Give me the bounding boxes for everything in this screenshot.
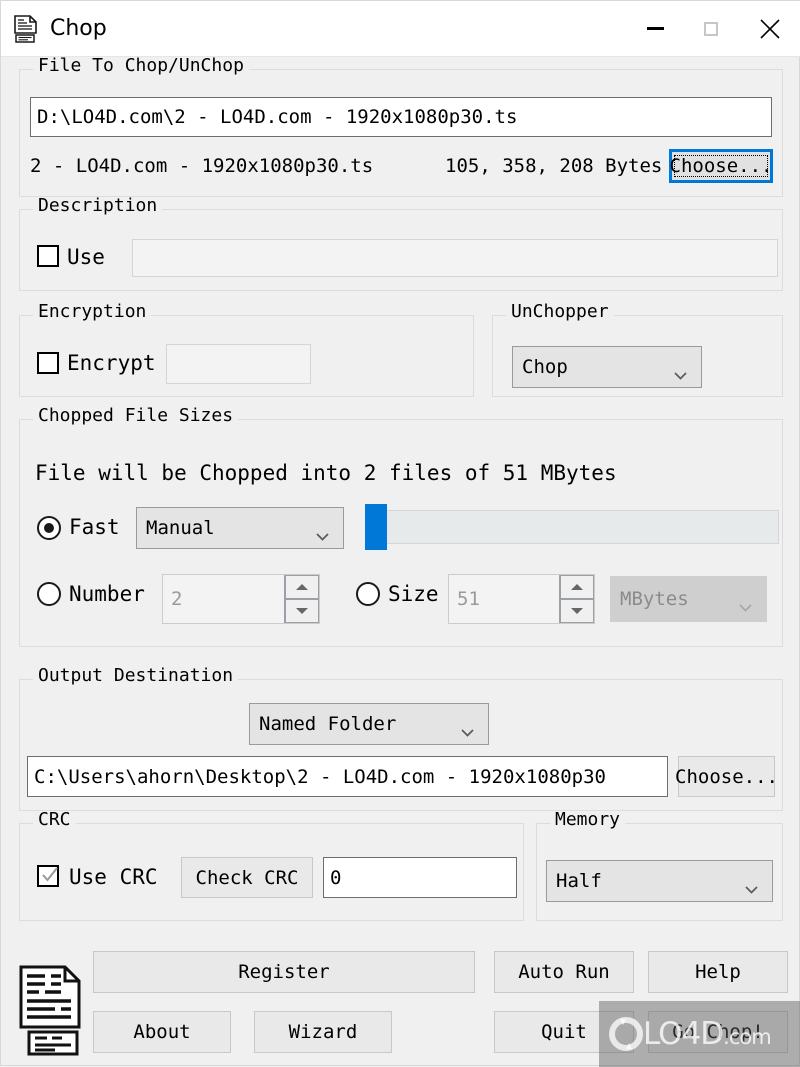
output-destination-value: Named Folder <box>259 713 397 735</box>
number-value: 2 <box>171 588 183 610</box>
output-destination-select[interactable]: Named Folder <box>249 703 489 745</box>
size-value: 51 <box>457 588 480 610</box>
minimize-button[interactable] <box>627 2 683 56</box>
number-radio[interactable] <box>37 582 61 606</box>
crc-value-input[interactable]: 0 <box>323 857 517 898</box>
close-button[interactable] <box>739 2 800 56</box>
check-crc-label: Check CRC <box>195 866 299 889</box>
auto-run-label: Auto Run <box>518 961 610 983</box>
unchopper-mode-select[interactable]: Chop <box>512 346 702 388</box>
crc-group-legend: CRC <box>33 811 76 829</box>
unchopper-mode-value: Chop <box>522 356 568 378</box>
number-radio-label: Number <box>69 582 145 606</box>
caret-down-icon <box>571 608 583 614</box>
register-label: Register <box>238 961 330 983</box>
chunk-size-slider[interactable] <box>365 504 779 550</box>
close-icon <box>760 18 780 39</box>
fast-mode-value: Manual <box>146 517 215 539</box>
file-path-value: D:\LO4D.com\2 - LO4D.com - 1920x1080p30.… <box>37 106 518 128</box>
caret-up-icon <box>296 584 308 590</box>
title-bar: Chop <box>1 1 800 57</box>
memory-value: Half <box>556 870 602 892</box>
chevron-down-icon <box>461 720 474 737</box>
chop-window: Chop File To Chop/UnChop D:\LO4D.com\2 -… <box>0 0 800 1067</box>
encryption-encrypt-label: Encrypt <box>67 351 156 375</box>
size-stepper-down[interactable] <box>560 599 594 623</box>
size-stepper-up[interactable] <box>560 575 594 599</box>
caret-up-icon <box>571 584 583 590</box>
chevron-down-icon <box>745 877 758 894</box>
quit-button[interactable]: Quit <box>494 1011 634 1053</box>
fast-mode-select[interactable]: Manual <box>136 507 344 549</box>
file-size-label: 105, 358, 208 Bytes <box>445 155 663 177</box>
checkmark-icon <box>41 867 58 883</box>
encryption-password-input[interactable] <box>166 344 311 384</box>
crc-value: 0 <box>330 866 342 889</box>
size-stepper-buttons[interactable] <box>559 575 594 623</box>
go-chop-button[interactable]: Go Chop! <box>648 1011 788 1053</box>
auto-run-button[interactable]: Auto Run <box>494 951 634 993</box>
output-path-value: C:\Users\ahorn\Desktop\2 - LO4D.com - 19… <box>34 765 606 788</box>
output-choose-label: Choose... <box>675 765 778 788</box>
description-use-checkbox[interactable] <box>37 245 59 267</box>
size-unit-value: MBytes <box>620 588 689 610</box>
file-choose-label: Choose... <box>669 155 773 177</box>
slider-thumb[interactable] <box>365 504 387 550</box>
help-label: Help <box>695 961 741 983</box>
caret-down-icon <box>296 608 308 614</box>
unchopper-group-legend: UnChopper <box>506 303 614 321</box>
file-choose-button[interactable]: Choose... <box>669 149 773 183</box>
size-unit-select[interactable]: MBytes <box>610 576 767 622</box>
memory-group-legend: Memory <box>550 811 626 829</box>
go-chop-label: Go Chop! <box>672 1021 764 1043</box>
output-group-legend: Output Destination <box>33 667 239 685</box>
description-group-legend: Description <box>33 197 163 215</box>
slider-track <box>383 510 779 544</box>
document-keyboard-icon <box>12 14 42 44</box>
description-use-label: Use <box>67 245 105 269</box>
maximize-icon <box>704 21 718 36</box>
use-crc-label: Use CRC <box>69 865 158 889</box>
chevron-down-icon <box>316 524 329 541</box>
wizard-label: Wizard <box>288 1021 358 1043</box>
fast-radio-label: Fast <box>69 515 120 539</box>
number-stepper-down[interactable] <box>285 599 319 623</box>
register-button[interactable]: Register <box>93 951 475 993</box>
number-stepper-buttons[interactable] <box>284 575 319 623</box>
output-path-input[interactable]: C:\Users\ahorn\Desktop\2 - LO4D.com - 19… <box>27 756 668 797</box>
size-radio-label: Size <box>388 582 439 606</box>
file-path-input[interactable]: D:\LO4D.com\2 - LO4D.com - 1920x1080p30.… <box>30 97 772 137</box>
size-stepper[interactable]: 51 <box>448 574 595 624</box>
sizes-group-legend: Chopped File Sizes <box>33 407 239 425</box>
minimize-icon <box>646 27 664 30</box>
size-radio[interactable] <box>356 582 380 606</box>
number-stepper[interactable]: 2 <box>162 574 320 624</box>
file-group-legend: File To Chop/UnChop <box>33 57 249 75</box>
fast-radio-dot <box>44 523 54 533</box>
file-name-label: 2 - LO4D.com - 1920x1080p30.ts <box>30 155 374 177</box>
use-crc-checkbox[interactable] <box>37 865 59 887</box>
help-button[interactable]: Help <box>648 951 788 993</box>
check-crc-button[interactable]: Check CRC <box>181 857 313 898</box>
chevron-down-icon <box>739 595 752 612</box>
encryption-group-legend: Encryption <box>33 303 152 321</box>
wizard-button[interactable]: Wizard <box>254 1011 392 1053</box>
number-stepper-up[interactable] <box>285 575 319 599</box>
output-choose-button[interactable]: Choose... <box>675 756 778 797</box>
about-button[interactable]: About <box>93 1011 231 1053</box>
encryption-encrypt-checkbox[interactable] <box>37 352 59 374</box>
window-title: Chop <box>50 15 107 41</box>
memory-select[interactable]: Half <box>546 860 773 902</box>
app-logo-icon <box>15 959 91 1059</box>
chevron-down-icon <box>674 363 687 380</box>
quit-label: Quit <box>541 1021 587 1043</box>
fast-radio[interactable] <box>37 516 61 540</box>
about-label: About <box>133 1021 191 1043</box>
sizes-summary-label: File will be Chopped into 2 files of 51 … <box>35 461 617 485</box>
maximize-button[interactable] <box>683 2 739 56</box>
description-input[interactable] <box>132 239 778 277</box>
